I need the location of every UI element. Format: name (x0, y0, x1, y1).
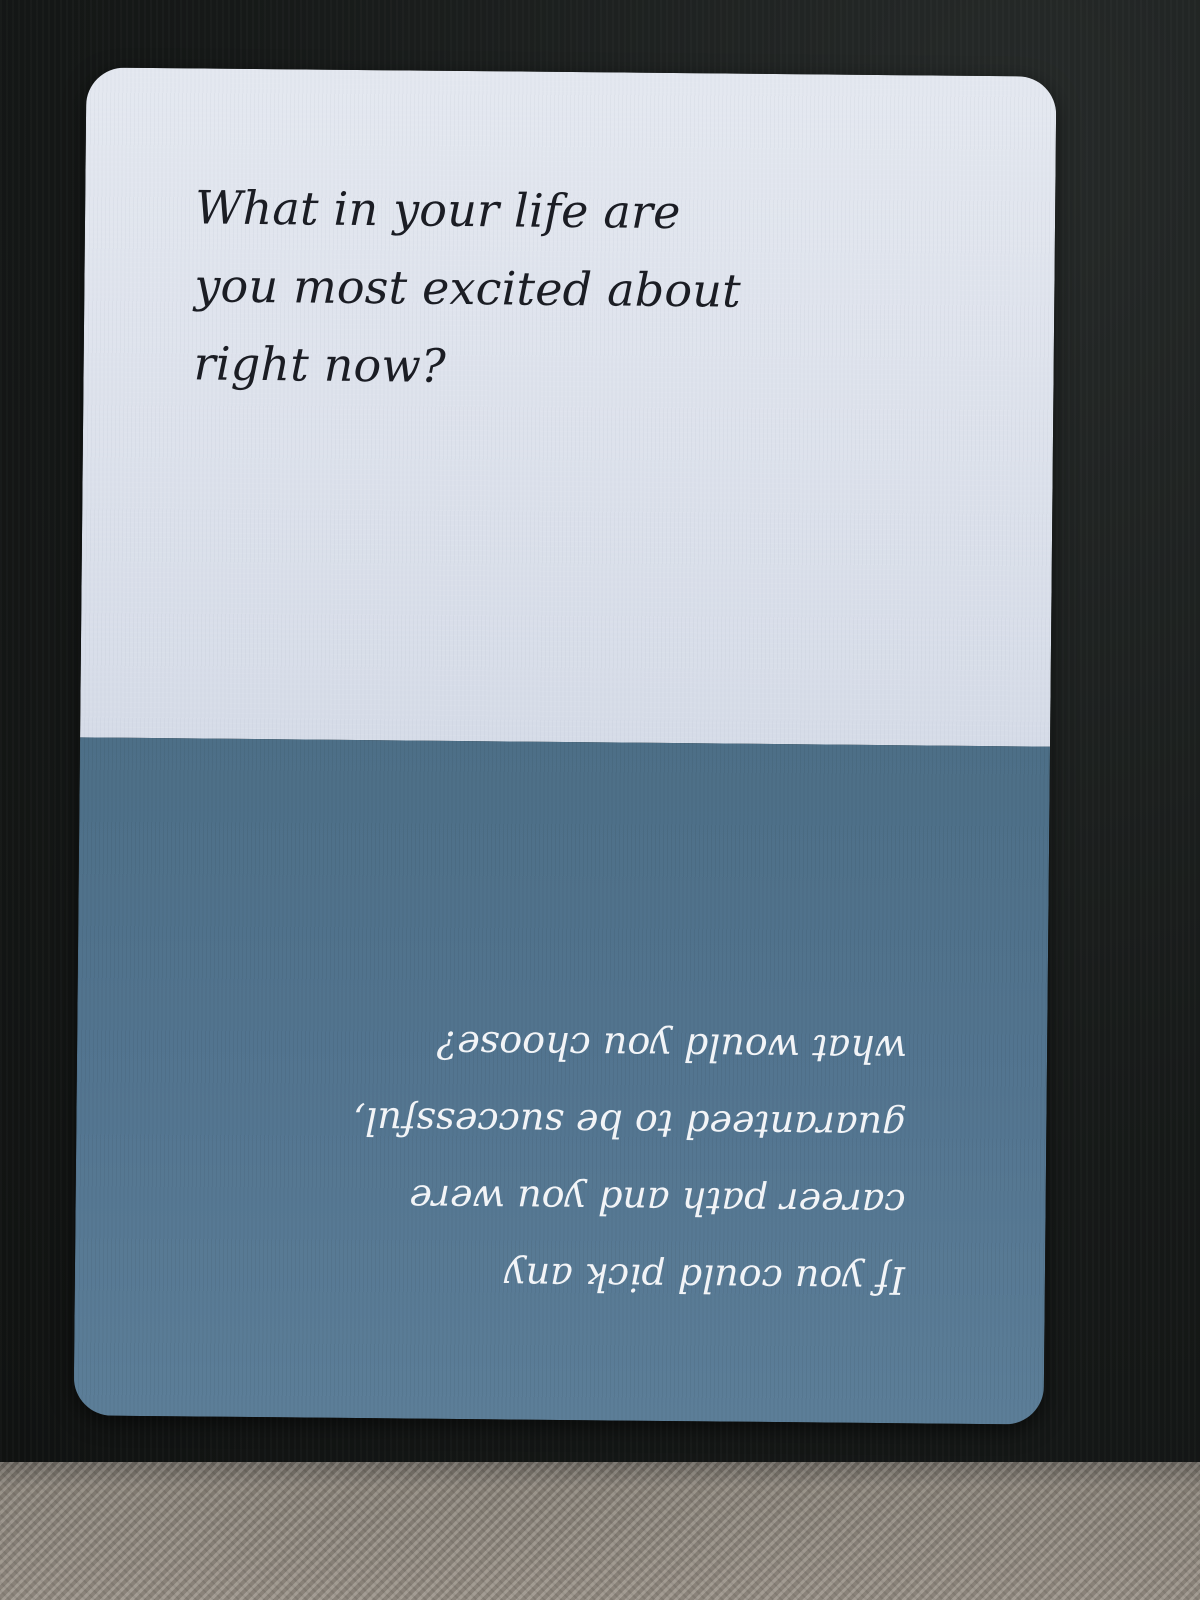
bottom-question-text-upside-down: If you could pick any career path and yo… (265, 1004, 908, 1318)
bottom-question-line: career path and you were (409, 1176, 906, 1226)
card-top-half: What in your life are you most excited a… (80, 67, 1057, 747)
top-question-line: What in your life are (194, 180, 681, 240)
top-question-line: you most excited about (194, 258, 742, 318)
bottom-question-line: guaranteed to be successful, (352, 1098, 907, 1149)
card-bottom-half: If you could pick any career path and yo… (73, 737, 1051, 1425)
linen-surface (0, 1462, 1200, 1600)
question-card: What in your life are you most excited a… (73, 67, 1057, 1425)
bottom-question-line: what would you choose? (436, 1022, 908, 1072)
bottom-question-line: If you could pick any (503, 1254, 906, 1303)
top-question-text: What in your life are you most excited a… (193, 168, 895, 409)
top-question-line: right now? (193, 336, 447, 393)
